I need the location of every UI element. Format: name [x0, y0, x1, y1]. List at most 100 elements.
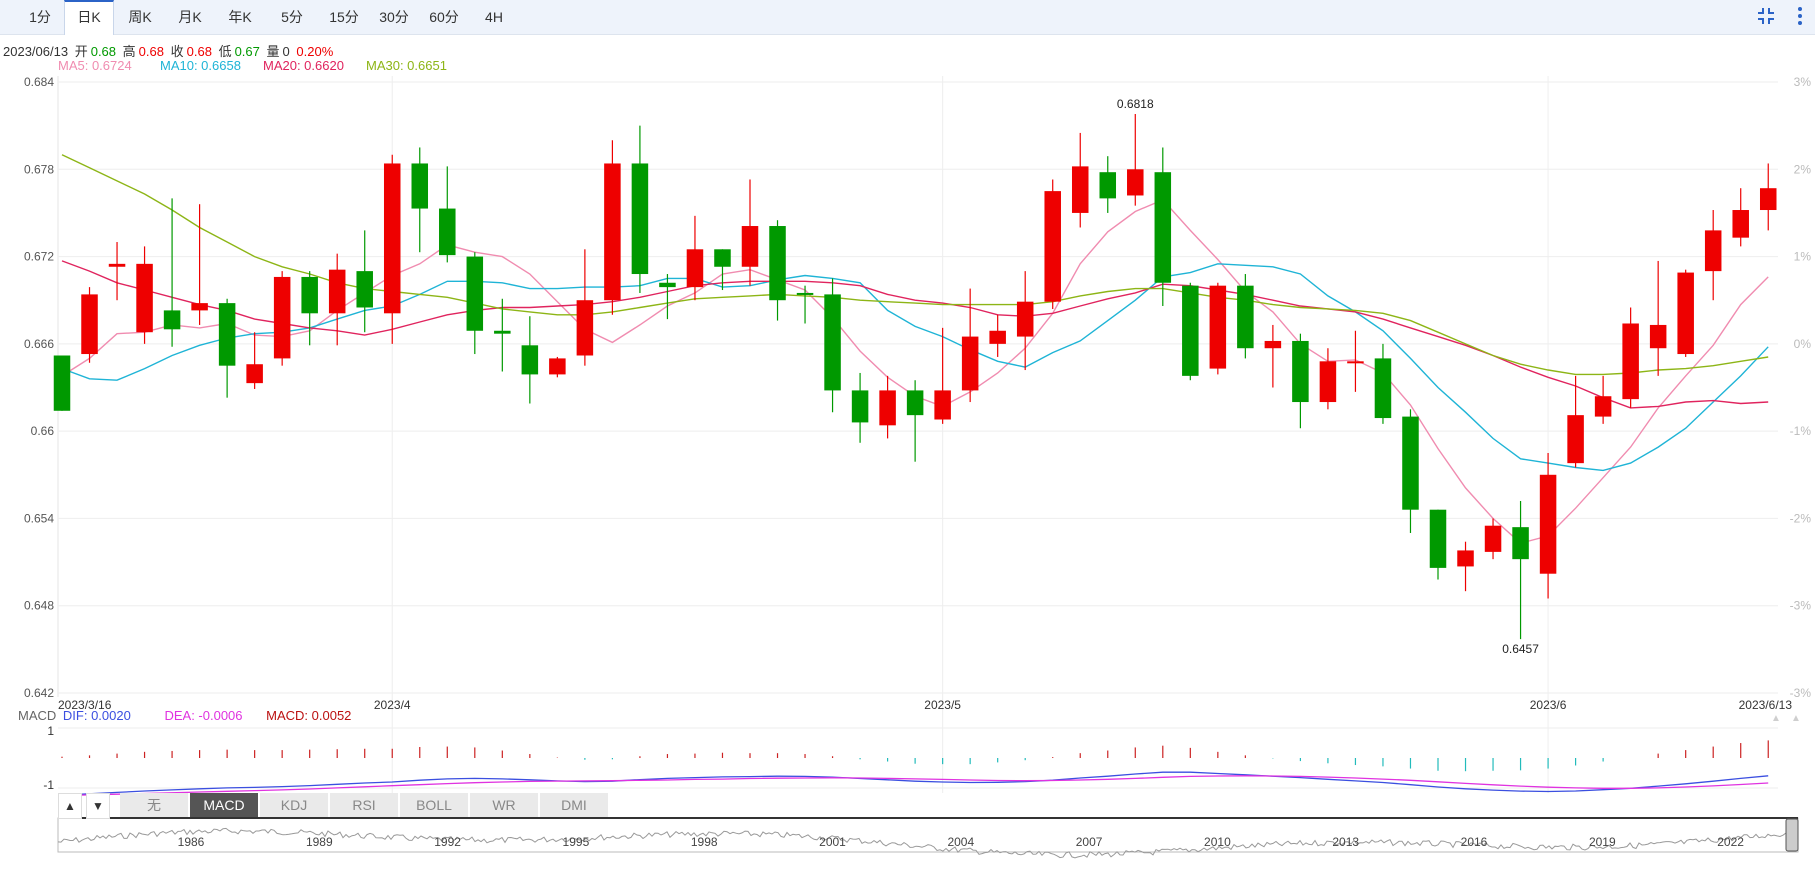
macd-scroll-down-icon: ▲ [1791, 713, 1801, 724]
candle-body [906, 390, 924, 416]
candle-body [1044, 191, 1061, 302]
candle-body [1402, 416, 1419, 510]
pct-tick-label: -3% [1790, 686, 1812, 700]
navigator-year-label: 2019 [1589, 835, 1616, 849]
candle-body [494, 330, 511, 334]
candle-body [328, 269, 346, 314]
navigator-year-label: 2013 [1332, 835, 1359, 849]
ma-line-ma30 [61, 154, 1769, 376]
candle-body [1484, 525, 1502, 552]
candle-body [1622, 323, 1639, 400]
y-tick-label: 0.684 [24, 75, 54, 89]
candle-body [1594, 396, 1612, 417]
candle-body [356, 271, 373, 308]
navigator-year-label: 1998 [691, 835, 718, 849]
extreme-label: 0.6818 [1117, 97, 1154, 111]
x-date-label: 2023/3/16 [58, 698, 112, 712]
y-tick-label: 0.666 [24, 337, 54, 351]
candle-body [879, 390, 896, 426]
pct-tick-label: 0% [1794, 337, 1812, 351]
macd-scroll-up-icon: ▲ [1771, 713, 1781, 724]
candle-body [1292, 340, 1309, 403]
candle-body [1732, 210, 1749, 238]
pct-tick-label: -3% [1790, 599, 1812, 613]
candle-body [136, 263, 153, 333]
candle-body [796, 292, 814, 295]
navigator-year-label: 2010 [1204, 835, 1231, 849]
nav-down-button[interactable]: ▼ [86, 793, 110, 819]
candle-body [769, 226, 786, 301]
candle-body [989, 330, 1006, 344]
x-date-label: 2023/4 [374, 698, 411, 712]
candle-body [1071, 166, 1089, 213]
candle-body [163, 310, 181, 330]
navigator-year-label: 2001 [819, 835, 846, 849]
candle-body [714, 249, 731, 267]
candle-body [961, 336, 979, 391]
candle-body [741, 226, 759, 267]
navigator-year-label: 2016 [1461, 835, 1488, 849]
candle-body [631, 163, 649, 275]
pct-tick-label: -1% [1790, 424, 1812, 438]
subtab-rsi[interactable]: RSI [330, 793, 399, 817]
candle-body [1237, 285, 1254, 349]
pct-tick-label: 2% [1794, 162, 1812, 176]
candle-body [1512, 527, 1529, 560]
subtab-none[interactable]: 无 [120, 793, 189, 817]
candle-body [81, 294, 98, 355]
candle-body [659, 282, 676, 288]
navigator-year-label: 2022 [1717, 835, 1744, 849]
candle-body [246, 364, 263, 384]
candle-body [1154, 172, 1172, 283]
y-tick-label: 0.648 [24, 599, 54, 613]
candle-body [1759, 188, 1777, 211]
y-tick-label: 0.642 [24, 686, 54, 700]
candle-body [604, 163, 621, 301]
candle-body [1567, 415, 1584, 464]
subtab-wr[interactable]: WR [470, 793, 539, 817]
navigator-year-label: 1995 [563, 835, 590, 849]
candle-body [686, 249, 704, 288]
navigator-year-label: 2004 [947, 835, 974, 849]
subtab-macd[interactable]: MACD [190, 793, 259, 817]
candle-body [1704, 230, 1722, 272]
candle-body [439, 208, 456, 256]
candle-body [301, 276, 318, 314]
pct-tick-label: -2% [1790, 511, 1812, 525]
navigator-handle [1785, 818, 1799, 852]
candle-body [53, 355, 71, 411]
candle-body [411, 163, 429, 209]
candlestick-chart[interactable]: 0.684 3% 0.678 2% 0.672 1% 0.666 0% 0.66 -1% 0.654… [0, 0, 1815, 885]
navigator-year-label: 1989 [306, 835, 333, 849]
macd-dif-line [61, 771, 1769, 796]
subtab-kdj[interactable]: KDJ [260, 793, 329, 817]
candle-body [934, 390, 951, 420]
nav-up-button[interactable]: ▲ [58, 793, 82, 819]
candle-body [576, 300, 594, 356]
subtab-boll[interactable]: BOLL [400, 793, 469, 817]
candle-body [108, 263, 126, 267]
candle-body [1319, 361, 1337, 403]
candle-body [521, 345, 539, 375]
candle-body [1539, 474, 1557, 574]
x-date-label: 2023/5 [924, 698, 961, 712]
candle-body [1347, 361, 1364, 364]
candle-body [218, 303, 236, 366]
macd-y-tick: -1 [43, 778, 54, 792]
candle-body [1099, 172, 1117, 199]
candle-body [851, 390, 869, 423]
candle-body [1677, 272, 1694, 355]
candle-body [191, 303, 208, 311]
candle-body [1182, 285, 1199, 376]
x-date-label: 2023/6 [1530, 698, 1567, 712]
candle-body [1374, 358, 1392, 419]
y-tick-label: 0.66 [31, 424, 55, 438]
navigator-year-label: 2007 [1076, 835, 1103, 849]
navigator-year-label: 1986 [178, 835, 205, 849]
x-date-label: 2023/6/13 [1739, 698, 1793, 712]
subtab-dmi[interactable]: DMI [540, 793, 609, 817]
macd-y-tick: 1 [47, 724, 54, 738]
y-tick-label: 0.654 [24, 511, 54, 525]
candle-body [1457, 550, 1474, 567]
candle-body [1429, 509, 1447, 568]
